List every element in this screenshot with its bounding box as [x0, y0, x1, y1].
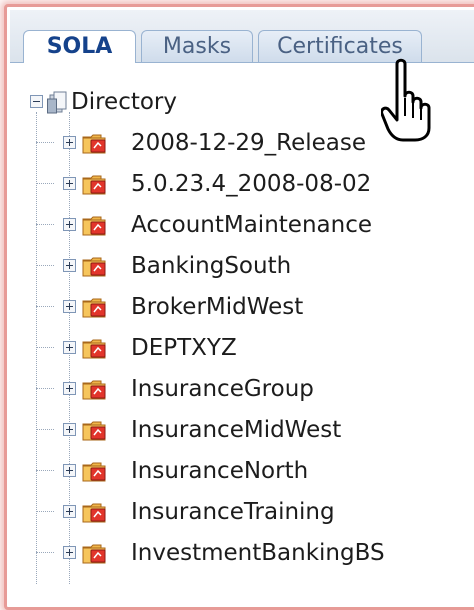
- tree-item[interactable]: BankingSouth: [36, 250, 462, 282]
- tree-connector: [36, 347, 54, 348]
- folder-icon: [82, 257, 106, 277]
- folder-icon: [82, 421, 106, 441]
- tree-root-directory[interactable]: Directory: [29, 86, 429, 118]
- expand-toggle-icon[interactable]: [63, 505, 76, 518]
- tree-item-label: BrokerMidWest: [131, 294, 304, 320]
- tree-connector: [36, 265, 54, 266]
- tree-item[interactable]: DEPTXYZ: [36, 332, 462, 364]
- folder-icon: [82, 544, 106, 564]
- expand-toggle-icon[interactable]: [63, 259, 76, 272]
- expand-toggle-icon[interactable]: [63, 177, 76, 190]
- tree-item[interactable]: InsuranceMidWest: [36, 414, 462, 446]
- tree-item[interactable]: InvestmentBankingBS: [36, 537, 462, 569]
- tree-connector: [36, 552, 54, 553]
- tree-item-label: DEPTXYZ: [131, 335, 237, 361]
- expand-toggle-icon[interactable]: [63, 300, 76, 313]
- folder-icon: [82, 175, 106, 195]
- expand-toggle-icon[interactable]: [63, 341, 76, 354]
- tree-connector: [36, 306, 54, 307]
- tree-connector: [36, 388, 54, 389]
- tree-connector: [36, 224, 54, 225]
- tree-item[interactable]: 5.0.23.4_2008-08-02: [36, 168, 462, 200]
- expand-toggle-icon[interactable]: [63, 546, 76, 559]
- expand-toggle-icon[interactable]: [63, 218, 76, 231]
- folder-icon: [82, 503, 106, 523]
- tree-connector: [36, 470, 54, 471]
- hand-pointer-icon: [381, 58, 431, 142]
- folder-icon: [82, 339, 106, 359]
- tree-item[interactable]: BrokerMidWest: [36, 291, 462, 323]
- expand-toggle-icon[interactable]: [63, 382, 76, 395]
- tree-connector: [36, 511, 54, 512]
- tab-sola[interactable]: SOLA: [23, 30, 136, 63]
- tree-item-label: InsuranceTraining: [131, 499, 335, 525]
- tree-item-label: 5.0.23.4_2008-08-02: [131, 171, 372, 197]
- tree-item-label: InsuranceMidWest: [131, 417, 342, 443]
- expand-toggle-icon[interactable]: [63, 464, 76, 477]
- tree-item[interactable]: InsuranceTraining: [36, 496, 462, 528]
- expand-toggle-icon[interactable]: [63, 136, 76, 149]
- folder-icon: [82, 134, 106, 154]
- folder-icon: [82, 462, 106, 482]
- collapse-toggle-icon[interactable]: [30, 95, 43, 108]
- tree-item-label: BankingSouth: [131, 253, 292, 279]
- folder-icon: [82, 216, 106, 236]
- tree-connector: [36, 142, 54, 143]
- tree-connector: [36, 429, 54, 430]
- expand-toggle-icon[interactable]: [63, 423, 76, 436]
- tree-item-label: InsuranceNorth: [131, 458, 309, 484]
- tree-item[interactable]: InsuranceNorth: [36, 455, 462, 487]
- tree-item[interactable]: InsuranceGroup: [36, 373, 462, 405]
- tree-item-label: 2008-12-29_Release: [131, 130, 367, 156]
- folder-icon: [82, 298, 106, 318]
- tree-item-label: InvestmentBankingBS: [131, 540, 385, 566]
- tree-item[interactable]: AccountMaintenance: [36, 209, 462, 241]
- tree-root-label: Directory: [71, 89, 178, 115]
- directory-icon: [47, 91, 67, 114]
- folder-icon: [82, 380, 106, 400]
- tree-item-label: InsuranceGroup: [131, 376, 314, 402]
- tree-item-label: AccountMaintenance: [131, 212, 372, 238]
- tree-connector: [36, 183, 54, 184]
